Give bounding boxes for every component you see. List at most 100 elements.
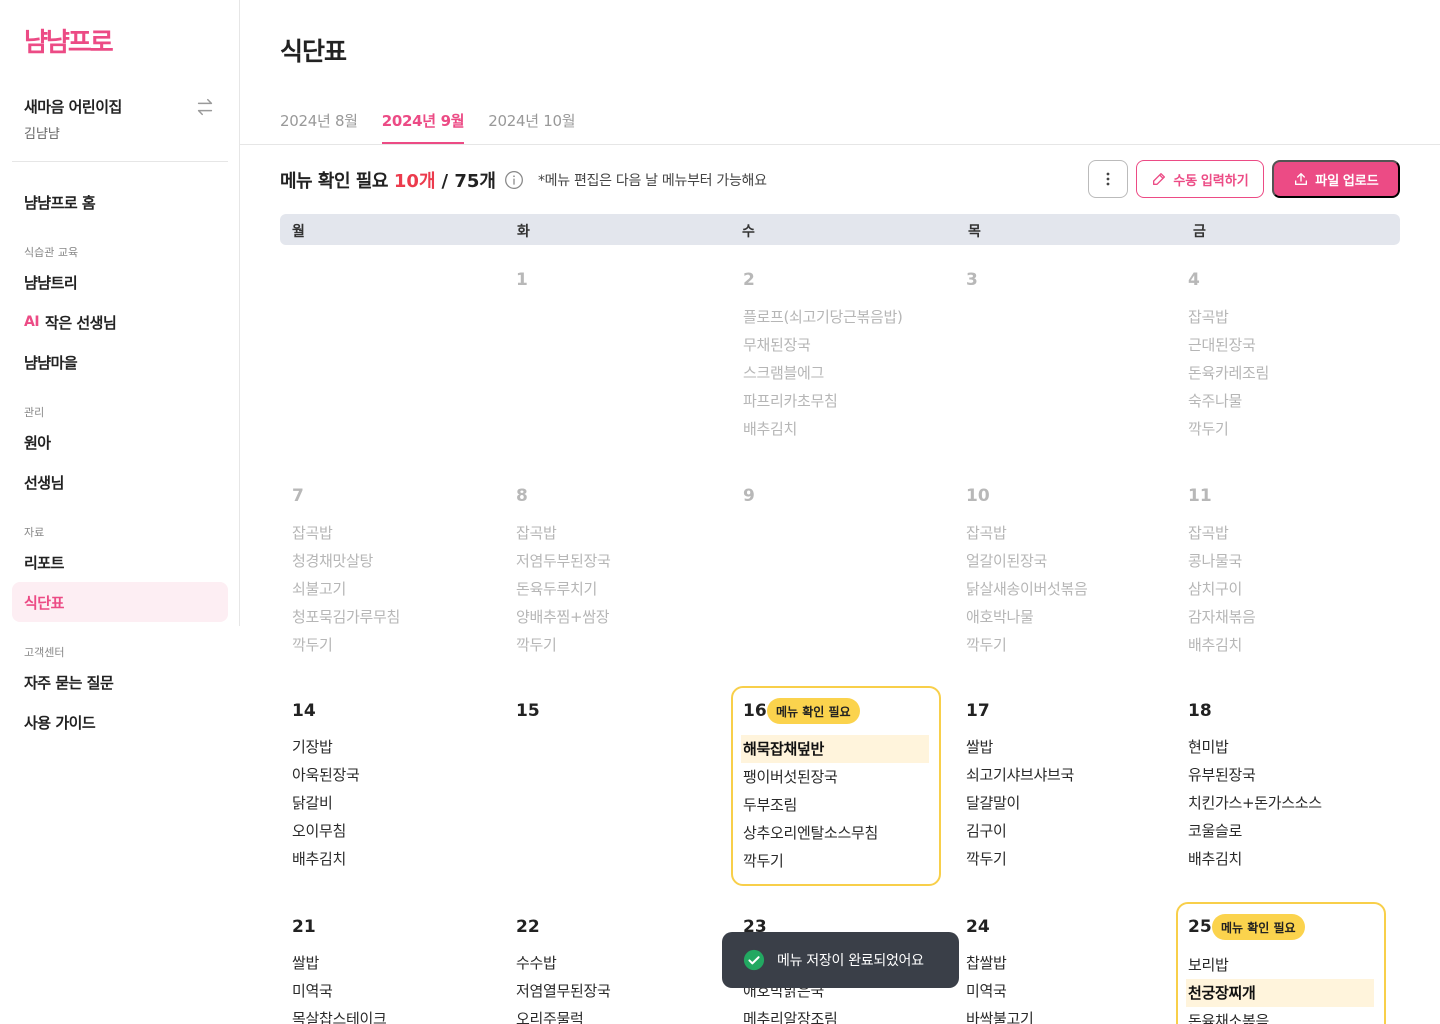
brand-logo[interactable]: 냠냠프로 (24, 22, 114, 59)
menu-item: 무채된장국 (743, 336, 811, 354)
section-support: 고객센터 (24, 646, 65, 659)
day-number: 14 (292, 701, 316, 721)
menu-item[interactable]: 유부된장국 (1188, 761, 1322, 789)
menu-item: 잡곡밥 (1188, 308, 1229, 326)
menu-item[interactable]: 기장밥 (292, 733, 360, 761)
menu-list: 쌀밥 쇠고기샤브샤브국 달걀말이 김구이 깍두기 (966, 733, 1074, 873)
menu-summary: 메뉴 확인 필요 10개 / 75개 *메뉴 편집은 다음 날 메뉴부터 가능해… (280, 167, 767, 193)
menu-item: 감자채볶음 (1188, 608, 1256, 626)
calendar-day-cell[interactable]: 24 찹쌀밥 미역국 바싹불고기 (954, 902, 1164, 1024)
sidebar-item-teachers[interactable]: 선생님 (12, 462, 228, 502)
calendar-day-cell[interactable]: 7 잡곡밥 청경채맛살탕 쇠불고기 청포묵김가루무침 깍두기 (280, 472, 490, 672)
calendar-day-cell[interactable]: 11 잡곡밥 콩나물국 삼치구이 감자채볶음 배추김치 (1176, 472, 1386, 672)
menu-item[interactable]: 아욱된장국 (292, 761, 360, 789)
menu-item[interactable]: 상추오리엔탈소스무침 (743, 819, 929, 847)
day-number: 3 (966, 270, 978, 290)
sidebar-item-report[interactable]: 리포트 (12, 542, 228, 582)
menu-item: 잡곡밥 (516, 524, 557, 542)
calendar-day-cell[interactable]: 15 (504, 686, 714, 886)
menu-item[interactable]: 바싹불고기 (966, 1005, 1034, 1024)
menu-item[interactable]: 저염열무된장국 (516, 977, 611, 1005)
info-icon[interactable] (504, 170, 524, 190)
menu-item[interactable]: 미역국 (966, 977, 1034, 1005)
sidebar-item-menu-table[interactable]: 식단표 (12, 582, 228, 622)
menu-item[interactable]: 배추김치 (1188, 845, 1322, 873)
calendar-day-cell[interactable]: 21 쌀밥 미역국 목살찹스테이크 (280, 902, 490, 1024)
menu-item[interactable]: 치킨가스+돈가스소스 (1188, 789, 1322, 817)
menu-item[interactable]: 달걀말이 (966, 789, 1074, 817)
swap-icon[interactable] (194, 96, 216, 118)
day-number: 2 (743, 270, 755, 290)
day-number: 8 (516, 486, 528, 506)
calendar-day-cell[interactable]: 4 잡곡밥 근대된장국 돈육카레조림 숙주나물 깍두기 (1176, 256, 1386, 456)
menu-item[interactable]: 깍두기 (966, 845, 1074, 873)
menu-item[interactable]: 닭갈비 (292, 789, 360, 817)
calendar-day-cell[interactable]: 18 현미밥 유부된장국 치킨가스+돈가스소스 코울슬로 배추김치 (1176, 686, 1386, 886)
menu-item[interactable]: 찹쌀밥 (966, 949, 1034, 977)
sidebar-item-guide[interactable]: 사용 가이드 (12, 702, 228, 742)
menu-item[interactable]: 김구이 (966, 817, 1074, 845)
calendar-day-cell[interactable]: 25 메뉴 확인 필요 보리밥 천궁장찌개 돈육채소볶음 (1176, 902, 1386, 1024)
manual-input-label: 수동 입력하기 (1173, 172, 1249, 188)
menu-item[interactable]: 팽이버섯된장국 (743, 763, 929, 791)
menu-item[interactable]: 천궁장찌개 (1186, 979, 1374, 1007)
menu-item[interactable]: 두부조림 (743, 791, 929, 819)
tab-october[interactable]: 2024년 10월 (488, 110, 575, 144)
menu-item: 깍두기 (966, 636, 1007, 654)
menu-item: 배추김치 (1188, 636, 1243, 654)
menu-item[interactable]: 배추김치 (292, 845, 360, 873)
calendar-day-cell[interactable]: 16 메뉴 확인 필요 해묵잡채덮반 팽이버섯된장국 두부조림 상추오리엔탈소스무침 깍두기 (731, 686, 941, 886)
menu-item[interactable]: 미역국 (292, 977, 387, 1005)
menu-list: 기장밥 아욱된장국 닭갈비 오이무침 배추김치 (292, 733, 360, 873)
menu-item[interactable]: 오이무침 (292, 817, 360, 845)
sidebar-item-village[interactable]: 냠냠마을 (12, 342, 228, 382)
menu-item: 청포묵김가루무침 (292, 608, 401, 626)
sidebar-item-home[interactable]: 냠냠프로 홈 (12, 182, 228, 222)
calendar-day-cell[interactable]: 22 수수밥 저염열무된장국 오리주물럭 (504, 902, 714, 1024)
calendar-day-cell[interactable]: 9 (731, 472, 941, 672)
menu-item[interactable]: 해묵잡채덮반 (741, 735, 929, 763)
menu-item[interactable]: 오리주물럭 (516, 1005, 611, 1024)
day-number: 11 (1188, 486, 1212, 506)
calendar-day-cell[interactable]: 17 쌀밥 쇠고기샤브샤브국 달걀말이 김구이 깍두기 (954, 686, 1164, 886)
file-upload-button[interactable]: 파일 업로드 (1272, 160, 1400, 198)
day-number: 25 (1188, 917, 1212, 937)
org-switcher[interactable]: 새마음 어린이집 김냠냠 (24, 96, 122, 142)
menu-item[interactable]: 쌀밥 (966, 733, 1074, 761)
menu-item[interactable]: 돈육채소볶음 (1188, 1007, 1374, 1024)
calendar-day-cell[interactable]: 2 플로프(쇠고기당근볶음밥) 무채된장국 스크램블에그 파프리카초무침 배추김치 (731, 256, 941, 456)
menu-item[interactable]: 목살찹스테이크 (292, 1005, 387, 1024)
calendar-day-cell[interactable]: 10 잡곡밥 얼갈이된장국 닭살새송이버섯볶음 애호박나물 깍두기 (954, 472, 1164, 672)
menu-item: 근대된장국 (1188, 336, 1256, 354)
sidebar-item-faq[interactable]: 자주 묻는 질문 (12, 662, 228, 702)
menu-item[interactable]: 보리밥 (1188, 951, 1374, 979)
calendar-day-cell[interactable]: 8 잡곡밥 저염두부된장국 돈육두루치기 양배추찜+쌈장 깍두기 (504, 472, 714, 672)
menu-item[interactable]: 현미밥 (1188, 733, 1322, 761)
menu-item[interactable]: 깍두기 (743, 847, 929, 875)
menu-item[interactable]: 코울슬로 (1188, 817, 1322, 845)
sidebar-item-kids[interactable]: 원아 (12, 422, 228, 462)
menu-item[interactable]: 메추리알장조림 (743, 1005, 838, 1024)
weekday-thu: 목 (968, 224, 981, 240)
menu-item[interactable]: 쇠고기샤브샤브국 (966, 761, 1074, 789)
menu-item[interactable]: 수수밥 (516, 949, 611, 977)
menu-item: 청경채맛살탕 (292, 552, 374, 570)
menu-item: 저염두부된장국 (516, 552, 611, 570)
tab-september[interactable]: 2024년 9월 (381, 110, 465, 144)
menu-list: 수수밥 저염열무된장국 오리주물럭 (516, 949, 611, 1024)
sidebar: 냠냠프로 새마음 어린이집 김냠냠 냠냠프로 홈 식습관 교육 냠냠트리 AI … (0, 0, 240, 626)
sidebar-item-tree[interactable]: 냠냠트리 (12, 262, 228, 302)
calendar-day-cell[interactable]: 1 (504, 256, 714, 456)
toast-message: 메뉴 저장이 완료되었어요 (777, 953, 924, 969)
menu-item[interactable]: 쌀밥 (292, 949, 387, 977)
file-upload-label: 파일 업로드 (1315, 172, 1379, 188)
menu-item: 애호박나물 (966, 608, 1034, 626)
manual-input-button[interactable]: 수동 입력하기 (1136, 160, 1264, 198)
sidebar-item-ai-teacher[interactable]: AI 작은 선생님 (12, 302, 228, 342)
calendar-day-cell[interactable]: 14 기장밥 아욱된장국 닭갈비 오이무침 배추김치 (280, 686, 490, 886)
tab-august[interactable]: 2024년 8월 (280, 110, 358, 144)
menu-item: 잡곡밥 (1188, 524, 1229, 542)
summary-note: *메뉴 편집은 다음 날 메뉴부터 가능해요 (537, 173, 767, 189)
calendar-day-cell[interactable]: 3 (954, 256, 1164, 456)
more-options-button[interactable] (1088, 160, 1128, 198)
